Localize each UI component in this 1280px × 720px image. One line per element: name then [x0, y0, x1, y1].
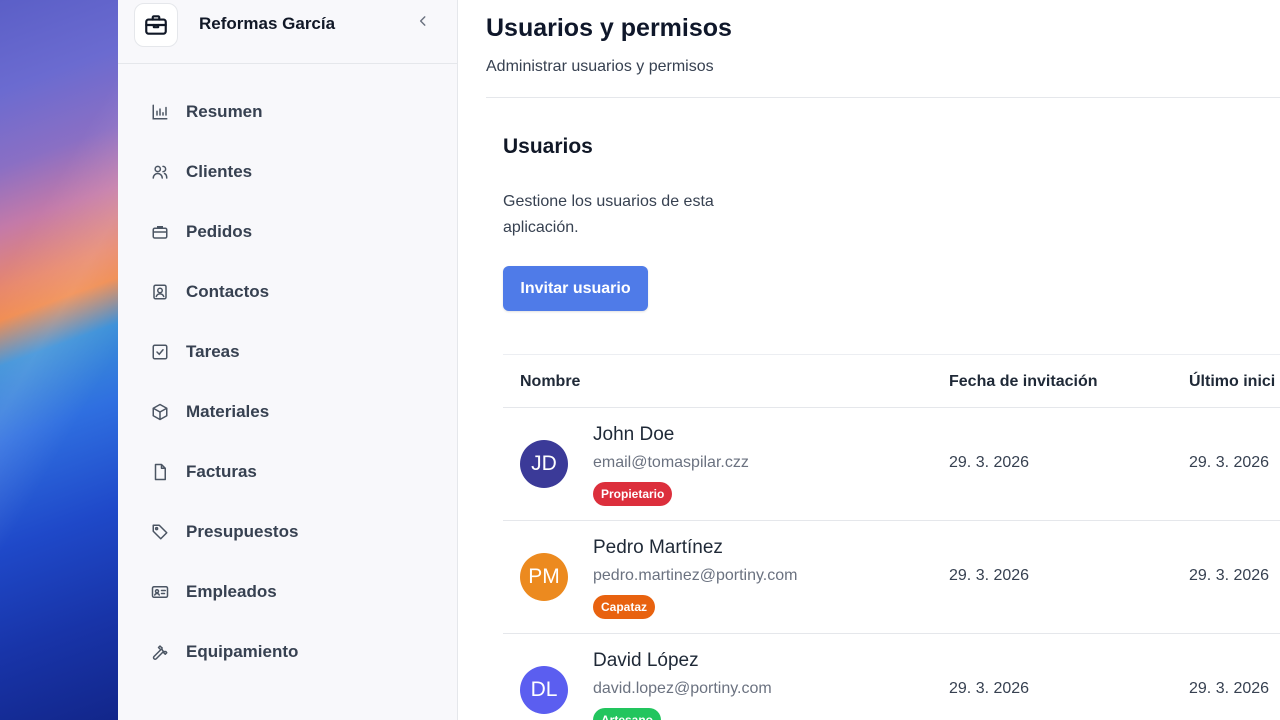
users-icon	[151, 163, 169, 181]
page-subtitle: Administrar usuarios y permisos	[486, 58, 714, 75]
sidebar-item-empleados[interactable]: Empleados	[118, 562, 457, 622]
column-header-fecha-invitacion[interactable]: Fecha de invitación	[949, 373, 1097, 391]
sidebar-item-contactos[interactable]: Contactos	[118, 262, 457, 322]
briefcase-icon	[151, 223, 169, 241]
sidebar-item-tareas[interactable]: Tareas	[118, 322, 457, 382]
sidebar-item-label: Presupuestos	[186, 522, 299, 541]
user-name: Pedro Martínez	[593, 537, 723, 558]
avatar: JD	[520, 440, 568, 488]
sidebar-item-pedidos[interactable]: Pedidos	[118, 202, 457, 262]
collapse-sidebar-button[interactable]	[408, 6, 438, 36]
sidebar-item-label: Contactos	[186, 282, 270, 301]
chevron-left-icon	[416, 14, 430, 28]
desktop-wallpaper	[0, 0, 118, 720]
wrench-icon	[151, 643, 169, 661]
sidebar-nav: Resumen Clientes Pedidos Contactos Tarea…	[118, 64, 457, 682]
sidebar-item-label: Resumen	[186, 102, 263, 121]
table-row[interactable]: PM Pedro Martínez pedro.martinez@portiny…	[503, 521, 1280, 634]
invitation-date: 29. 3. 2026	[949, 454, 1030, 471]
invitation-date: 29. 3. 2026	[949, 680, 1030, 697]
users-table: Nombre Fecha de invitación Último inici …	[503, 354, 1280, 720]
last-login-date: 29. 3. 2026	[1189, 567, 1270, 584]
column-header-ultimo-inicio[interactable]: Último inici	[1189, 373, 1275, 391]
sidebar-item-materiales[interactable]: Materiales	[118, 382, 457, 442]
table-row[interactable]: DL David López david.lopez@portiny.com A…	[503, 634, 1280, 720]
file-icon	[151, 463, 169, 481]
user-email: email@tomaspilar.czz	[593, 454, 749, 471]
contact-book-icon	[151, 283, 169, 301]
id-card-icon	[151, 583, 169, 601]
main-content: Usuarios y permisos Administrar usuarios…	[459, 0, 1280, 720]
sidebar-item-equipamiento[interactable]: Equipamiento	[118, 622, 457, 682]
sidebar-item-presupuestos[interactable]: Presupuestos	[118, 502, 457, 562]
role-badge: Artesano	[593, 708, 662, 720]
tag-icon	[151, 523, 169, 541]
table-row[interactable]: JD John Doe email@tomaspilar.czz Propiet…	[503, 408, 1280, 521]
company-name: Reformas García	[199, 14, 336, 33]
user-name: David López	[593, 650, 699, 671]
avatar: PM	[520, 553, 568, 601]
last-login-date: 29. 3. 2026	[1189, 680, 1270, 697]
sidebar-item-label: Materiales	[186, 402, 270, 421]
table-header: Nombre Fecha de invitación Último inici	[503, 354, 1280, 408]
sidebar-item-label: Clientes	[186, 162, 253, 181]
role-badge: Propietario	[593, 482, 673, 506]
box-icon	[151, 403, 169, 421]
checkbox-icon	[151, 343, 169, 361]
sidebar-item-label: Equipamiento	[186, 642, 299, 661]
user-email: pedro.martinez@portiny.com	[593, 567, 798, 584]
page-title: Usuarios y permisos	[486, 14, 732, 42]
users-section-description: Gestione los usuarios de esta aplicación…	[503, 193, 714, 236]
sidebar-item-label: Tareas	[186, 342, 240, 361]
sidebar-item-label: Pedidos	[186, 222, 253, 241]
sidebar-item-label: Empleados	[186, 582, 277, 601]
user-name: John Doe	[593, 424, 675, 445]
sidebar-item-label: Facturas	[186, 462, 257, 481]
sidebar-item-facturas[interactable]: Facturas	[118, 442, 457, 502]
sidebar-item-clientes[interactable]: Clientes	[118, 142, 457, 202]
company-logo[interactable]	[134, 2, 178, 47]
role-badge: Capataz	[593, 595, 656, 619]
invite-user-button[interactable]: Invitar usuario	[503, 266, 648, 311]
header-divider	[486, 97, 1280, 98]
avatar: DL	[520, 666, 568, 714]
sidebar-header: Reformas García	[118, 0, 457, 64]
last-login-date: 29. 3. 2026	[1189, 454, 1270, 471]
user-email: david.lopez@portiny.com	[593, 680, 772, 697]
sidebar: Reformas García Resumen Clientes Pedidos	[118, 0, 458, 720]
briefcase-icon	[143, 12, 169, 38]
bar-chart-icon	[151, 103, 169, 121]
sidebar-item-resumen[interactable]: Resumen	[118, 82, 457, 142]
invitation-date: 29. 3. 2026	[949, 567, 1030, 584]
column-header-nombre[interactable]: Nombre	[520, 373, 580, 391]
users-section-title: Usuarios	[503, 135, 593, 158]
